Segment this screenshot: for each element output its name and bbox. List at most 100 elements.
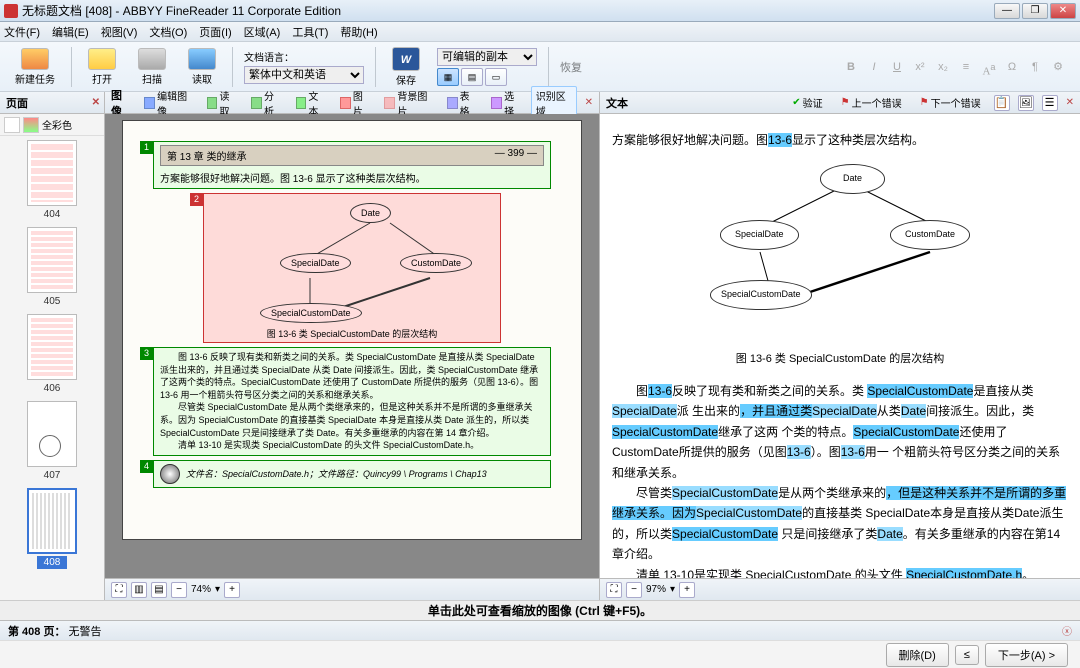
bold-button[interactable]: B [841,58,861,76]
text-para2: 图13-6反映了现有类和新类之间的关系。类 SpecialCustomDate是… [612,381,1068,483]
underline-button[interactable]: U [887,58,907,76]
image-viewport[interactable]: 1 第 13 章 类的继承— 399 — 方案能够很好地解决问题。图 13-6 … [105,114,599,578]
italic-button[interactable]: I [864,58,884,76]
text-header: 文本 ✔验证 ⚑上一个错误 ⚑下一个错误 📋 🖼 ☰ ✕ [600,92,1080,114]
restore-group: 恢复 [556,57,586,77]
text-fig-caption: 图 13-6 类 SpecialCustomDate 的层次结构 [612,350,1068,369]
menu-view[interactable]: 视图(V) [101,24,138,40]
status-bar: 第 408 页： 无警告 ⓧ [0,620,1080,640]
thumb-408[interactable]: 408 [4,488,100,569]
picture-button[interactable]: 🖼 [1018,95,1034,111]
hint-bar[interactable]: 单击此处可查看缩放的图像 (Ctrl 键+F5)。 [0,600,1080,620]
page-color-icon[interactable] [23,117,39,133]
text-close-icon[interactable]: ✕ [1066,97,1074,108]
chapter-left: 第 13 章 类的继承 [167,148,246,163]
color-mode-label: 全彩色 [42,117,72,132]
thumb-406[interactable]: 406 [4,314,100,395]
separator [232,47,233,87]
next-error-button[interactable]: ⚑下一个错误 [915,93,986,112]
format-toolbar: B I U x² x₂ ≡ Aa Ω ¶ ⚙ [835,58,1074,76]
menu-document[interactable]: 文档(O) [149,24,187,40]
text-zoom-in-button[interactable]: + [679,582,695,598]
menu-edit[interactable]: 编辑(E) [52,24,89,40]
menu-page[interactable]: 页面(I) [199,24,231,40]
layout-v-button[interactable]: ▤ [151,582,167,598]
thumb-num: 407 [37,469,68,482]
text-para4: 清单 13-10是实现类 SpecialCustomDate 的头文件 Spec… [612,565,1068,578]
omega-button[interactable]: Ω [1002,58,1022,76]
read-icon [188,48,216,70]
thumb-405[interactable]: 405 [4,227,100,308]
thumb-404[interactable]: 404 [4,140,100,221]
status-close-icon[interactable]: ⓧ [1062,623,1072,638]
titlebar: 无标题文档 [408] - ABBYY FineReader 11 Corpor… [0,0,1080,22]
paragraph-button[interactable]: ¶ [1025,58,1045,76]
image-close-icon[interactable]: ✕ [585,97,593,108]
text-zoom-out-button[interactable]: − [626,582,642,598]
thumb-num: 406 [37,382,68,395]
text-content[interactable]: 方案能够很好地解决问题。图13-6显示了这种类层次结构。 Date Specia… [600,114,1080,578]
prev-error-button[interactable]: ⚑上一个错误 [836,93,907,112]
zone-3[interactable]: 3 图 13-6 反映了现有类和新类之间的关系。类 SpecialCustomD… [153,347,551,456]
text-expand-button[interactable]: ⛶ [606,582,622,598]
minimize-button[interactable]: — [994,3,1020,19]
view-mode-2[interactable]: ▤ [461,68,483,86]
footer-buttons: 删除(D) ≤ 下一步(A) > [0,640,1080,668]
word-export-button[interactable]: W 保存 [383,45,429,89]
zoom-out-button[interactable]: − [171,582,187,598]
super-button[interactable]: x² [910,58,930,76]
layout-select[interactable]: 可编辑的副本 [437,48,537,66]
thumb-num: 405 [37,295,68,308]
zoom-value: 74% [191,584,211,595]
zone-1[interactable]: 1 第 13 章 类的继承— 399 — 方案能够很好地解决问题。图 13-6 … [153,141,551,189]
font-style-button[interactable]: Aa [979,58,999,76]
delete-button[interactable]: 删除(D) [886,643,949,667]
zoom-dropdown-icon[interactable]: ▾ [215,584,220,595]
page-tool-1[interactable] [4,117,20,133]
overflow-button[interactable]: ☰ [1042,95,1058,111]
view-mode-1[interactable]: ▦ [437,68,459,86]
maximize-button[interactable]: ❐ [1022,3,1048,19]
view-mode-3[interactable]: ▭ [485,68,507,86]
window-buttons: — ❐ ✕ [994,3,1076,19]
file-line: 文件名：SpecialCustomDate.h；文件路径：Quincy99 \ … [186,467,487,480]
zone-2-picture[interactable]: 2 Date SpecialDate CustomDate SpecialCus… [203,193,501,343]
align-button[interactable]: ≡ [956,58,976,76]
node-cd: CustomDate [400,253,472,273]
scan-button[interactable]: 扫描 [129,45,175,89]
zone-4-file[interactable]: 4 文件名：SpecialCustomDate.h；文件路径：Quincy99 … [153,460,551,488]
verify-button[interactable]: ✔验证 [787,93,827,112]
pages-close-icon[interactable]: ✕ [92,97,100,108]
expand-button[interactable]: ⛶ [111,582,127,598]
copy-button[interactable]: 📋 [994,95,1010,111]
status-page: 第 408 页： [8,623,65,639]
image-header: 图像 编辑图像 读取 分析 文本 图片 背景图片 表格 选择 识别区域 ✕ [105,92,599,114]
menu-area[interactable]: 区域(A) [244,24,281,40]
open-icon [88,48,116,70]
thumbnails[interactable]: 404 405 406 407 408 [0,136,104,600]
text-panel: 文本 ✔验证 ⚑上一个错误 ⚑下一个错误 📋 🖼 ☰ ✕ 方案能够很好地解决问题… [600,92,1080,600]
sub-button[interactable]: x₂ [933,58,953,76]
layout-h-button[interactable]: ▥ [131,582,147,598]
pages-tools: 全彩色 [0,114,104,136]
language-label: 文档语言： [244,49,364,64]
menu-tools[interactable]: 工具(T) [292,24,328,40]
image-zoom-footer: ⛶ ▥ ▤ − 74% ▾ + [105,578,599,600]
options-button[interactable]: ⚙ [1048,58,1068,76]
thumb-407[interactable]: 407 [4,401,100,482]
next-step-button[interactable]: 下一步(A) > [985,643,1068,667]
language-select[interactable]: 繁体中文和英语 [244,66,364,84]
zoom-in-button[interactable]: + [224,582,240,598]
text-zoom-dropdown-icon[interactable]: ▾ [670,584,675,595]
window-title: 无标题文档 [408] - ABBYY FineReader 11 Corpor… [22,2,994,19]
read-button[interactable]: 读取 [179,45,225,89]
open-button[interactable]: 打开 [79,45,125,89]
new-task-button[interactable]: 新建任务 [6,45,64,89]
menu-help[interactable]: 帮助(H) [340,24,377,40]
open-label: 打开 [92,71,112,86]
close-button[interactable]: ✕ [1050,3,1076,19]
menu-file[interactable]: 文件(F) [4,24,40,40]
app-icon [4,4,18,18]
fig-caption: 图 13-6 类 SpecialCustomDate 的层次结构 [204,327,500,340]
save-label: 保存 [396,72,416,87]
